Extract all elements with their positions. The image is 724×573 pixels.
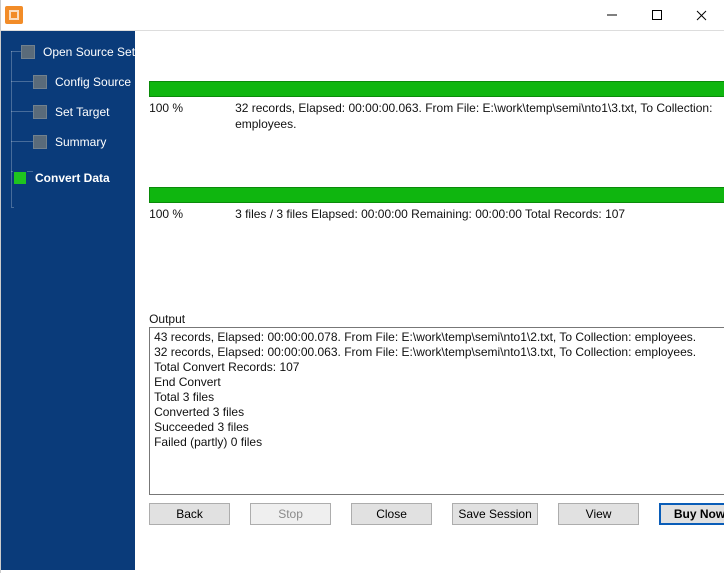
save-session-button[interactable]: Save Session [452, 503, 538, 525]
step-icon [33, 105, 47, 119]
close-window-button[interactable] [679, 0, 724, 30]
output-label: Output [149, 312, 724, 326]
back-button[interactable]: Back [149, 503, 230, 525]
output-line: Total 3 files [154, 390, 724, 405]
file-progress-detail: 32 records, Elapsed: 00:00:00.063. From … [235, 100, 724, 132]
output-line: Succeeded 3 files [154, 420, 724, 435]
button-row: Back Stop Close Save Session View Buy No… [135, 495, 724, 535]
step-icon [33, 75, 47, 89]
window-controls [589, 0, 724, 30]
stop-button: Stop [250, 503, 331, 525]
output-line: Converted 3 files [154, 405, 724, 420]
output-line: 32 records, Elapsed: 00:00:00.063. From … [154, 345, 724, 360]
app-icon [5, 6, 23, 24]
total-progress-pct: 100 % [149, 206, 219, 222]
sidebar-item-label: Summary [55, 135, 106, 149]
minimize-button[interactable] [589, 0, 634, 30]
total-progress-text: 100 % 3 files / 3 files Elapsed: 00:00:0… [149, 206, 724, 222]
output-log[interactable]: 43 records, Elapsed: 00:00:00.078. From … [149, 327, 724, 495]
sidebar-item-label: Set Target [55, 105, 109, 119]
output-line: Total Convert Records: 107 [154, 360, 724, 375]
output-line: 43 records, Elapsed: 00:00:00.078. From … [154, 330, 724, 345]
sidebar-item-label: Convert Data [35, 171, 110, 185]
output-line: Failed (partly) 0 files [154, 435, 724, 450]
titlebar [1, 0, 724, 30]
step-icon [33, 135, 47, 149]
sidebar-item-open-source-set[interactable]: Open Source Set [1, 37, 135, 67]
output-line: End Convert [154, 375, 724, 390]
sidebar-item-set-target[interactable]: Set Target [1, 97, 135, 127]
buy-now-button[interactable]: Buy Now [659, 503, 724, 525]
step-icon [21, 45, 35, 59]
sidebar-item-label: Config Source [55, 75, 131, 89]
step-icon-active [13, 171, 27, 185]
sidebar-item-config-source[interactable]: Config Source [1, 67, 135, 97]
total-progress-bar [149, 187, 724, 203]
sidebar-item-summary[interactable]: Summary [1, 127, 135, 157]
maximize-button[interactable] [634, 0, 679, 30]
total-progress-detail: 3 files / 3 files Elapsed: 00:00:00 Rema… [235, 206, 724, 222]
sidebar-item-convert-data[interactable]: Convert Data [1, 163, 135, 193]
close-button[interactable]: Close [351, 503, 432, 525]
sidebar-item-label: Open Source Set [43, 45, 135, 59]
sidebar: Open Source Set Config Source Set Target… [1, 31, 135, 570]
view-button[interactable]: View [558, 503, 639, 525]
main-panel: 100 % 32 records, Elapsed: 00:00:00.063.… [135, 31, 724, 570]
file-progress-bar [149, 81, 724, 97]
file-progress-pct: 100 % [149, 100, 219, 132]
file-progress-text: 100 % 32 records, Elapsed: 00:00:00.063.… [149, 100, 724, 132]
